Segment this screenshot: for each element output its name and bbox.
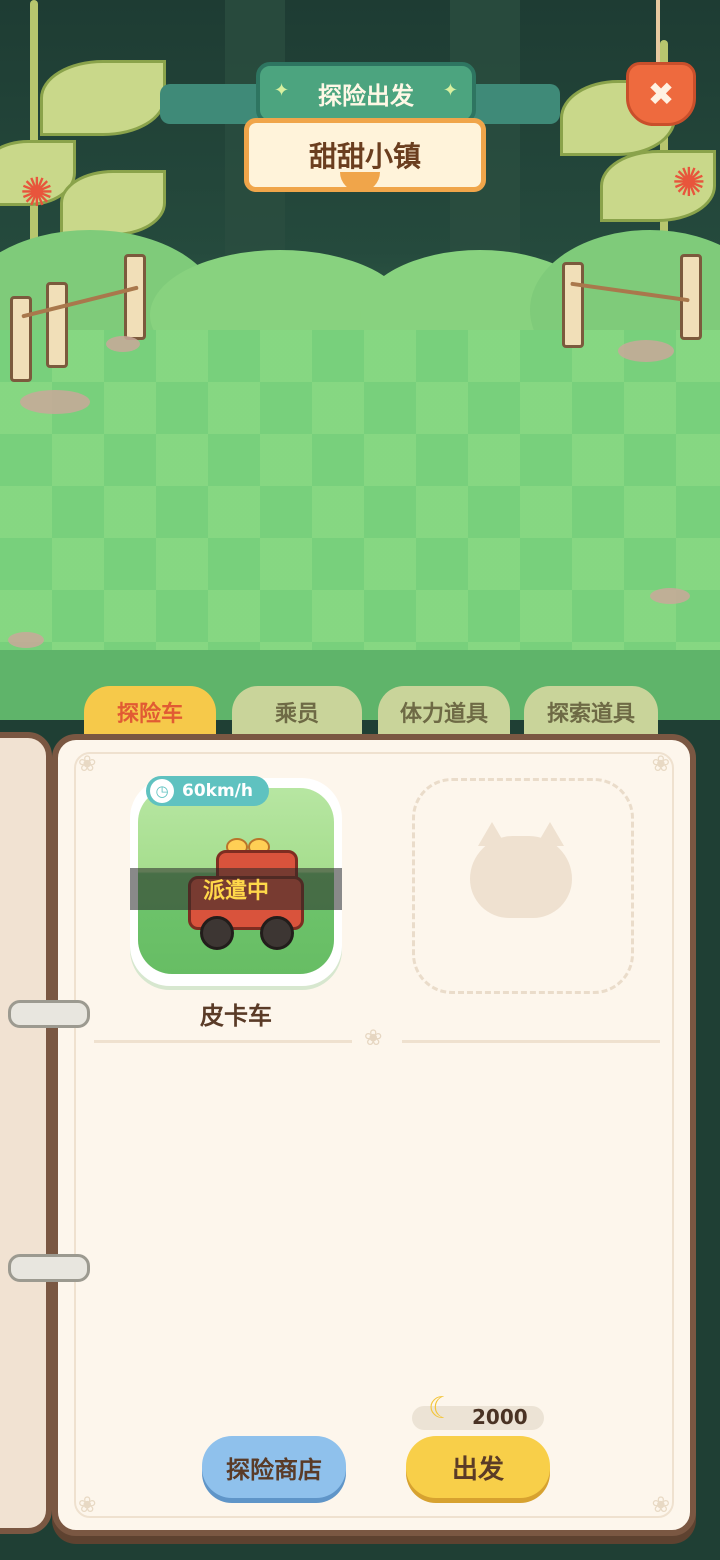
tab-label: 探险车 [116,702,183,727]
tab-label: 探索道具 [546,702,635,727]
speed-badge: ◷ 60km/h [146,776,269,806]
cat-placeholder-icon [470,822,572,918]
cat-ear [478,822,506,846]
red-flower-icon: ✺ [20,170,54,216]
vehicle-card-pickup[interactable]: 派遣中 [130,778,342,986]
paw-icon: ❀ [78,752,97,777]
checkered-lawn [0,330,720,690]
explore-shop-button[interactable]: 探险商店 [202,1436,346,1498]
tab-label: 乘员 [274,702,319,727]
tab-explore-items[interactable]: 探索道具 [524,686,658,738]
plant-leaf [40,60,166,136]
sparkle-icon: ✦ [274,80,290,101]
fence-post [10,296,32,382]
binder-ring [8,1000,90,1028]
tab-vehicle[interactable]: 探险车 [84,686,216,738]
depart-button-label: 出发 [451,1454,504,1485]
speedometer-icon: ◷ [150,779,174,803]
divider [94,1040,352,1043]
close-icon: ✖ [647,75,675,113]
sparkle-icon: ✦ [442,80,458,101]
vehicle-name: 皮卡车 [200,1002,272,1030]
banana-icon: ☾ [428,1391,455,1426]
stone [650,588,690,604]
tag-string [656,0,660,70]
stone [8,632,44,648]
left-page [0,732,52,1534]
binder-ring [8,1254,90,1282]
stone [618,340,674,362]
fence-post [46,282,68,368]
truck-wheel [200,916,234,950]
cost-value: 2000 [472,1405,528,1429]
paw-icon: ❀ [651,1493,670,1518]
divider [402,1040,660,1043]
page-title: 探险出发 [318,81,414,110]
plant-stem [30,0,38,260]
depart-button[interactable]: 出发 [406,1436,550,1498]
shop-button-label: 探险商店 [226,1455,322,1484]
paw-icon: ❀ [651,752,670,777]
paw-icon: ❀ [78,1493,97,1518]
title-banner: ✦ 探险出发 ✦ [256,62,476,124]
plant-leaf [60,170,166,236]
cat-ear [536,822,564,846]
fence-post [124,254,146,340]
dispatch-status-band: 派遣中 [130,868,342,910]
close-button[interactable]: ✖ [626,62,696,126]
paw-icon: ❀ [364,1026,383,1051]
dispatch-status: 派遣中 [202,879,269,904]
stone [106,336,140,352]
stone [20,390,90,414]
tab-stamina-items[interactable]: 体力道具 [378,686,510,738]
truck-wheel [260,916,294,950]
fence-post [562,262,584,348]
tab-label: 体力道具 [399,702,488,727]
tab-crew[interactable]: 乘员 [232,686,362,738]
speed-value: 60km/h [182,781,253,801]
destination-name: 甜甜小镇 [308,140,421,173]
red-flower-icon: ✺ [672,160,706,206]
